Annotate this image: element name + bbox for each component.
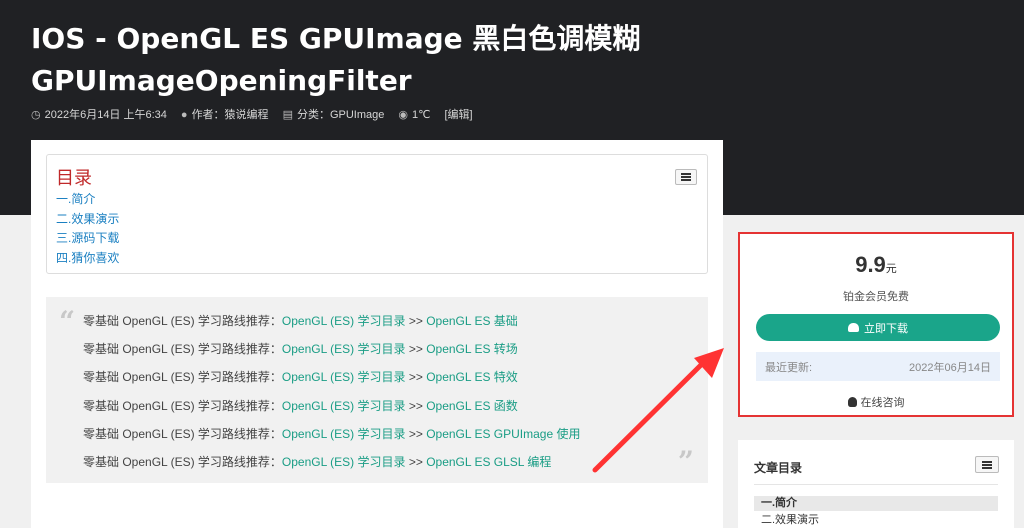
toc-item[interactable]: 一.简介 <box>56 190 119 210</box>
quote-line: 零基础 OpenGL (ES) 学习路线推荐：OpenGL (ES) 学习目录 … <box>83 426 581 441</box>
topic-link[interactable]: OpenGL ES GLSL 编程 <box>426 455 551 469</box>
post-views: ◉ 1℃ <box>398 108 431 121</box>
edit-link[interactable]: [编辑] <box>444 106 472 122</box>
member-note: 铂金会员免费 <box>843 291 909 303</box>
quote-line: 零基础 OpenGL (ES) 学习路线推荐：OpenGL (ES) 学习目录 … <box>83 314 518 328</box>
post-meta: ◷ 2022年6月14日 上午6:34 ● 作者：猿说编程 ▤ 分类：GPUImage… <box>31 106 473 122</box>
opengl-directory-link[interactable]: OpenGL (ES) 学习目录 <box>282 399 406 413</box>
clock-icon: ◷ <box>31 109 41 121</box>
cloud-download-icon <box>848 323 859 332</box>
toc-list: 一.简介 二.效果演示 三.源码下载 四.猜你喜欢 <box>56 190 119 268</box>
quote-line: 零基础 OpenGL (ES) 学习路线推荐：OpenGL (ES) 学习目录 … <box>83 398 518 413</box>
folder-icon: ▤ <box>282 109 293 121</box>
opengl-directory-link[interactable]: OpenGL (ES) 学习目录 <box>282 342 406 356</box>
sidebar-toc-item[interactable]: 一.简介 <box>754 496 998 511</box>
user-icon: ● <box>180 109 188 121</box>
toc-item[interactable]: 四.猜你喜欢 <box>56 249 119 269</box>
opengl-directory-link[interactable]: OpenGL (ES) 学习目录 <box>282 314 406 328</box>
topic-link[interactable]: OpenGL ES 特效 <box>426 370 518 384</box>
opengl-directory-link[interactable]: OpenGL (ES) 学习目录 <box>282 427 406 441</box>
quote-line: 零基础 OpenGL (ES) 学习路线推荐：OpenGL (ES) 学习目录 … <box>83 342 518 357</box>
sidebar-toc-title: 文章目录 <box>754 461 803 475</box>
toc-toggle-button[interactable] <box>675 169 697 185</box>
sidebar-toc: 文章目录 一.简介 二.效果演示 <box>738 440 1014 528</box>
divider <box>754 484 998 485</box>
last-updated: 最近更新: 2022年06月14日 <box>756 352 1000 381</box>
open-quote-icon: “ <box>59 305 76 338</box>
qq-icon <box>847 397 857 407</box>
article-body: 目录 一.简介 二.效果演示 三.源码下载 四.猜你喜欢 “ 零基础 OpenG… <box>31 140 723 528</box>
topic-link[interactable]: OpenGL ES 函数 <box>426 399 518 413</box>
sidebar-toc-item[interactable]: 二.效果演示 <box>754 513 998 528</box>
download-card: 9.9元 铂金会员免费 立即下载 最近更新: 2022年06月14日 在线咨询 <box>738 232 1014 417</box>
price: 9.9元 <box>855 252 897 277</box>
menu-icon <box>982 460 992 469</box>
download-button[interactable]: 立即下载 <box>756 314 1000 341</box>
learning-path-quote: “ 零基础 OpenGL (ES) 学习路线推荐：OpenGL (ES) 学习目… <box>46 297 708 483</box>
eye-icon: ◉ <box>398 108 408 121</box>
online-consult-link[interactable]: 在线咨询 <box>740 394 1012 410</box>
quote-line: 零基础 OpenGL (ES) 学习路线推荐：OpenGL (ES) 学习目录 … <box>83 370 518 385</box>
topic-link[interactable]: OpenGL ES 基础 <box>426 314 518 328</box>
post-author[interactable]: ● 作者：猿说编程 <box>181 106 269 122</box>
opengl-directory-link[interactable]: OpenGL (ES) 学习目录 <box>282 455 406 469</box>
sidebar-toc-toggle[interactable] <box>975 456 999 473</box>
page-title: IOS - OpenGL ES GPUImage 黑白色调模糊 GPUImage… <box>31 22 641 97</box>
toc-item[interactable]: 二.效果演示 <box>56 210 119 230</box>
topic-link[interactable]: OpenGL ES GPUImage 使用 <box>426 427 580 441</box>
toc-title: 目录 <box>56 168 92 188</box>
toc-item[interactable]: 三.源码下载 <box>56 229 119 249</box>
post-date: ◷ 2022年6月14日 上午6:34 <box>31 109 167 121</box>
topic-link[interactable]: OpenGL ES 转场 <box>426 342 518 356</box>
quote-line: 零基础 OpenGL (ES) 学习路线推荐：OpenGL (ES) 学习目录 … <box>83 455 552 470</box>
opengl-directory-link[interactable]: OpenGL (ES) 学习目录 <box>282 370 406 384</box>
table-of-contents: 目录 一.简介 二.效果演示 三.源码下载 四.猜你喜欢 <box>46 154 708 274</box>
quote-lines: 零基础 OpenGL (ES) 学习路线推荐：OpenGL (ES) 学习目录 … <box>83 307 581 476</box>
post-category[interactable]: ▤ 分类：GPUImage <box>283 106 385 122</box>
menu-icon <box>681 173 691 181</box>
close-quote-icon: ” <box>677 445 694 478</box>
